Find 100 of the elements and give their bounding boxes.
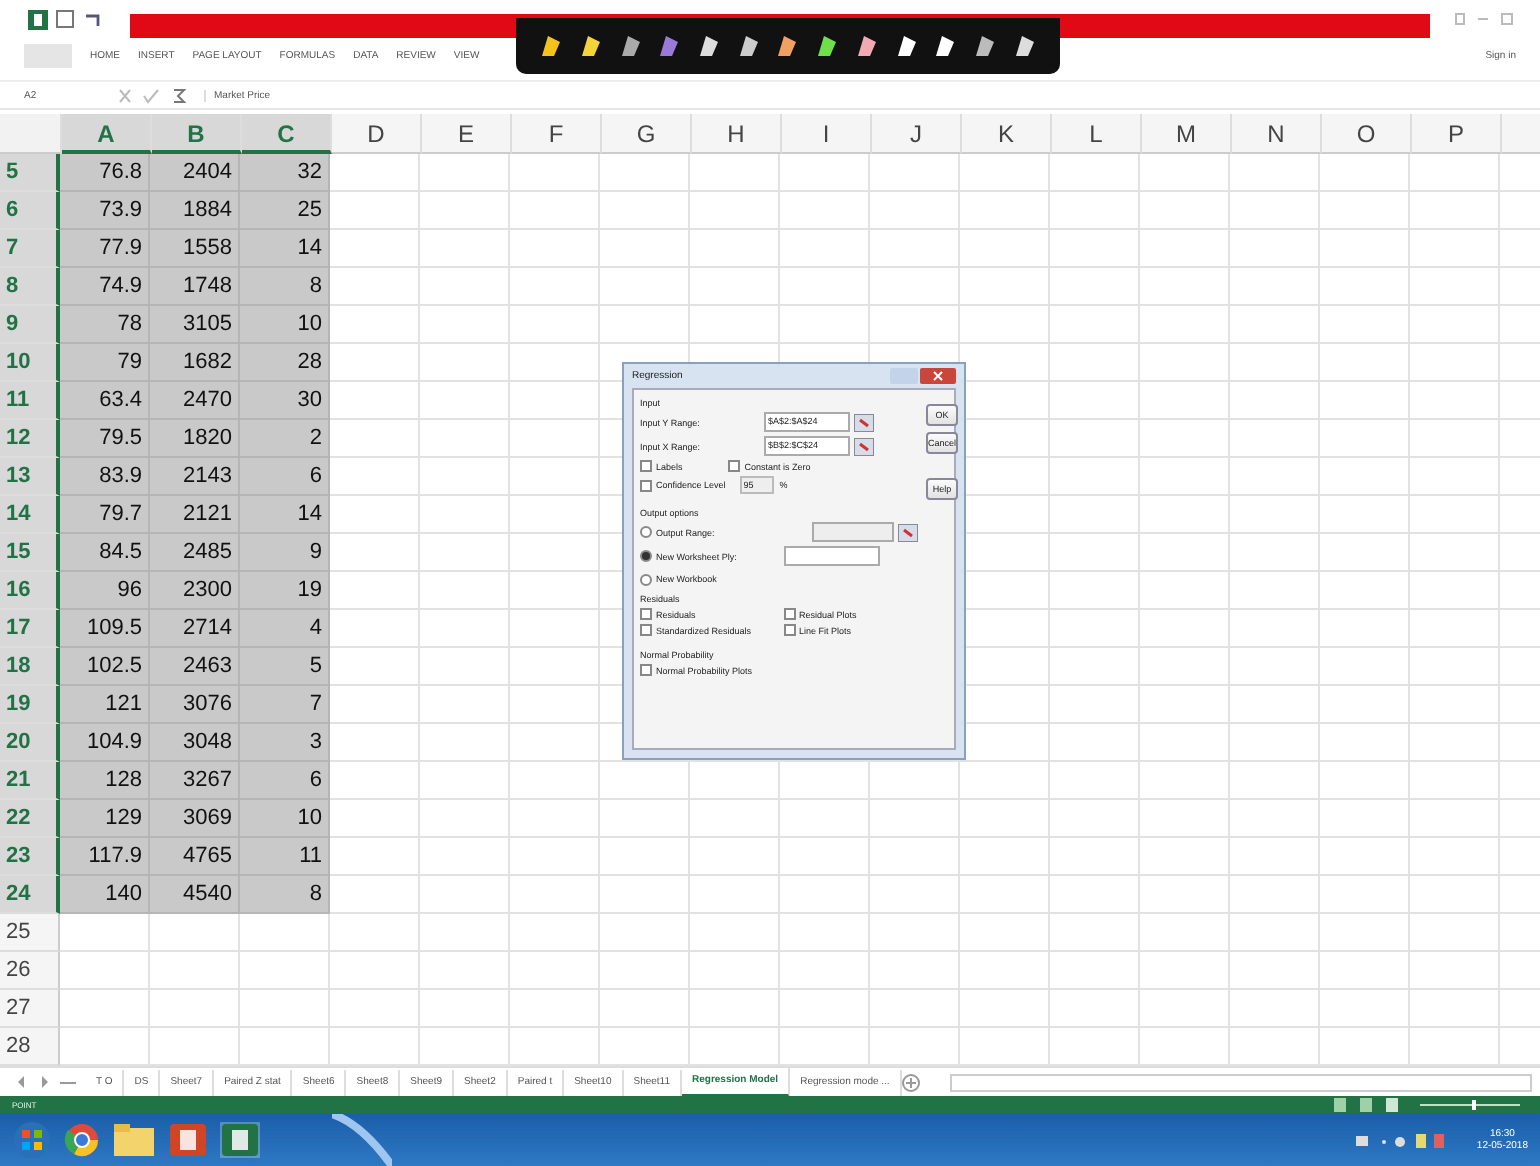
column-header[interactable]: F (512, 114, 602, 155)
row-header[interactable]: 17 (0, 610, 60, 649)
row-header[interactable]: 23 (0, 838, 60, 877)
table-cell[interactable]: 73.9 (60, 192, 150, 231)
column-header[interactable]: C (242, 114, 332, 155)
table-cell[interactable]: 5 (240, 648, 330, 687)
table-cell[interactable]: 11 (240, 838, 330, 877)
table-cell[interactable]: 8 (240, 876, 330, 915)
table-cell[interactable]: 8 (240, 268, 330, 307)
table-cell[interactable]: 6 (240, 762, 330, 801)
table-cell[interactable]: 1748 (150, 268, 240, 307)
table-cell[interactable]: 3267 (150, 762, 240, 801)
table-cell[interactable]: 9 (240, 534, 330, 573)
row-header[interactable]: 25 (0, 914, 60, 953)
table-cell[interactable]: 6 (240, 458, 330, 497)
table-cell[interactable]: 79.5 (60, 420, 150, 459)
table-cell[interactable]: 2404 (150, 154, 240, 193)
table-cell[interactable]: 129 (60, 800, 150, 839)
row-header[interactable]: 22 (0, 800, 60, 839)
table-cell[interactable]: 3076 (150, 686, 240, 725)
table-cell[interactable]: 63.4 (60, 382, 150, 421)
row-header[interactable]: 11 (0, 382, 60, 421)
table-cell[interactable]: 2485 (150, 534, 240, 573)
table-cell[interactable]: 3 (240, 724, 330, 763)
table-cell[interactable]: 1820 (150, 420, 240, 459)
row-header[interactable]: 28 (0, 1028, 60, 1067)
column-header[interactable]: D (332, 114, 422, 155)
table-cell[interactable]: 2 (240, 420, 330, 459)
table-cell[interactable]: 25 (240, 192, 330, 231)
column-header[interactable]: M (1142, 114, 1232, 155)
row-header[interactable]: 12 (0, 420, 60, 459)
table-cell[interactable]: 140 (60, 876, 150, 915)
table-cell[interactable]: 84.5 (60, 534, 150, 573)
row-header[interactable]: 20 (0, 724, 60, 763)
column-header[interactable]: E (422, 114, 512, 155)
column-header[interactable]: P (1412, 114, 1502, 155)
table-cell[interactable]: 10 (240, 800, 330, 839)
row-header[interactable]: 21 (0, 762, 60, 801)
table-cell[interactable]: 3069 (150, 800, 240, 839)
row-header[interactable]: 16 (0, 572, 60, 611)
column-header[interactable]: I (782, 114, 872, 155)
table-cell[interactable]: 102.5 (60, 648, 150, 687)
table-cell[interactable]: 78 (60, 306, 150, 345)
row-header[interactable]: 19 (0, 686, 60, 725)
column-header[interactable]: H (692, 114, 782, 155)
table-cell[interactable]: 14 (240, 496, 330, 535)
row-header[interactable]: 9 (0, 306, 60, 345)
table-cell[interactable]: 1682 (150, 344, 240, 383)
table-cell[interactable]: 117.9 (60, 838, 150, 877)
table-cell[interactable]: 3048 (150, 724, 240, 763)
table-cell[interactable]: 1558 (150, 230, 240, 269)
table-cell[interactable]: 32 (240, 154, 330, 193)
row-header[interactable]: 14 (0, 496, 60, 535)
table-cell[interactable]: 4540 (150, 876, 240, 915)
row-header[interactable]: 15 (0, 534, 60, 573)
row-header[interactable]: 10 (0, 344, 60, 383)
table-cell[interactable]: 4765 (150, 838, 240, 877)
column-header[interactable]: J (872, 114, 962, 155)
table-cell[interactable]: 96 (60, 572, 150, 611)
column-header[interactable]: L (1052, 114, 1142, 155)
row-header[interactable]: 18 (0, 648, 60, 687)
table-cell[interactable]: 74.9 (60, 268, 150, 307)
table-cell[interactable]: 2714 (150, 610, 240, 649)
table-cell[interactable]: 79 (60, 344, 150, 383)
column-header[interactable]: O (1322, 114, 1412, 155)
table-cell[interactable]: 7 (240, 686, 330, 725)
table-cell[interactable]: 2463 (150, 648, 240, 687)
column-header[interactable]: B (152, 114, 242, 155)
column-header[interactable]: K (962, 114, 1052, 155)
table-cell[interactable]: 121 (60, 686, 150, 725)
table-cell[interactable]: 10 (240, 306, 330, 345)
table-cell[interactable]: 104.9 (60, 724, 150, 763)
table-cell[interactable]: 30 (240, 382, 330, 421)
table-cell[interactable]: 128 (60, 762, 150, 801)
table-cell[interactable]: 4 (240, 610, 330, 649)
column-header[interactable]: A (62, 114, 152, 155)
table-cell[interactable]: 14 (240, 230, 330, 269)
table-cell[interactable]: 83.9 (60, 458, 150, 497)
table-cell[interactable]: 1884 (150, 192, 240, 231)
row-header[interactable]: 5 (0, 154, 60, 193)
table-cell[interactable]: 2121 (150, 496, 240, 535)
table-cell[interactable]: 109.5 (60, 610, 150, 649)
row-header[interactable]: 27 (0, 990, 60, 1029)
table-cell[interactable]: 3105 (150, 306, 240, 345)
row-header[interactable]: 7 (0, 230, 60, 269)
table-cell[interactable]: 19 (240, 572, 330, 611)
row-header[interactable]: 6 (0, 192, 60, 231)
row-header[interactable]: 13 (0, 458, 60, 497)
table-cell[interactable]: 79.7 (60, 496, 150, 535)
table-cell[interactable]: 28 (240, 344, 330, 383)
table-cell[interactable]: 77.9 (60, 230, 150, 269)
table-cell[interactable]: 2143 (150, 458, 240, 497)
column-header[interactable]: N (1232, 114, 1322, 155)
row-header[interactable]: 26 (0, 952, 60, 991)
table-cell[interactable]: 2470 (150, 382, 240, 421)
table-cell[interactable]: 2300 (150, 572, 240, 611)
column-header[interactable]: G (602, 114, 692, 155)
row-header[interactable]: 8 (0, 268, 60, 307)
row-header[interactable]: 24 (0, 876, 60, 915)
table-cell[interactable]: 76.8 (60, 154, 150, 193)
